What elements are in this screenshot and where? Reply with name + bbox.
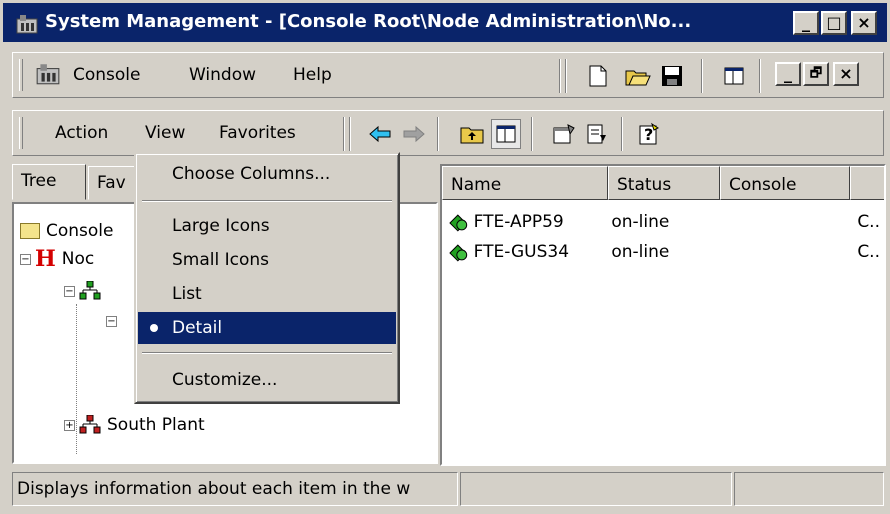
main-menubar: Console Window Help _ 🗗 × bbox=[12, 52, 884, 98]
menu-item-large-icons[interactable]: Large Icons bbox=[138, 210, 396, 242]
forward-arrow-icon[interactable] bbox=[399, 119, 429, 149]
show-hide-tree-icon[interactable] bbox=[491, 119, 521, 149]
up-one-level-icon[interactable] bbox=[457, 119, 487, 149]
tree-item-plant[interactable]: − bbox=[64, 278, 107, 304]
status-panel bbox=[460, 472, 732, 506]
title-bar: System Management - [Console Root\Node A… bbox=[0, 0, 890, 42]
toolbar-separator bbox=[701, 59, 703, 93]
app-icon bbox=[16, 15, 38, 34]
tree-item-south-plant[interactable]: + South Plant bbox=[64, 412, 205, 438]
item-name: FTE-APP59 bbox=[473, 212, 564, 232]
toolbar-separator bbox=[621, 117, 623, 151]
toolbar-grip[interactable] bbox=[19, 117, 23, 149]
column-header-console[interactable]: Console bbox=[720, 166, 850, 200]
menu-item-label: Detail bbox=[172, 318, 223, 338]
tree-item-console-root[interactable]: Console bbox=[20, 218, 114, 244]
tree-item-label: Noc bbox=[61, 249, 95, 269]
status-panel bbox=[734, 472, 884, 506]
menu-help[interactable]: Help bbox=[293, 65, 332, 85]
collapse-icon[interactable]: − bbox=[106, 315, 117, 327]
close-button[interactable]: × bbox=[851, 11, 877, 35]
list-item[interactable]: FTE-APP59 on-line C.. bbox=[448, 208, 880, 236]
menu-view[interactable]: View bbox=[145, 123, 185, 143]
tree-item-label: South Plant bbox=[107, 415, 205, 435]
node-admin-icon: H bbox=[35, 246, 56, 272]
tree-item-label: Console bbox=[46, 221, 114, 241]
list-item[interactable]: FTE-GUS34 on-line C.. bbox=[448, 238, 880, 266]
show-hide-console-tree-icon[interactable] bbox=[719, 61, 749, 91]
node-icon bbox=[449, 244, 468, 262]
column-header-extra[interactable] bbox=[850, 166, 884, 200]
maximize-button[interactable]: □ bbox=[821, 11, 847, 35]
console-app-icon bbox=[36, 64, 60, 85]
toolbar-separator bbox=[349, 117, 351, 151]
menu-separator bbox=[142, 352, 392, 354]
status-text: Displays information about each item in … bbox=[12, 472, 458, 506]
folder-icon bbox=[20, 223, 40, 239]
status-bar: Displays information about each item in … bbox=[12, 472, 884, 508]
help-icon[interactable]: ? bbox=[635, 119, 665, 149]
menu-item-list[interactable]: List bbox=[138, 278, 396, 310]
details-list: Name Status Console FTE-APP59 on-line C.… bbox=[440, 164, 886, 466]
svg-text:?: ? bbox=[644, 125, 653, 144]
item-status: on-line bbox=[611, 242, 670, 262]
child-close-button[interactable]: × bbox=[833, 62, 859, 86]
child-restore-button[interactable]: 🗗 bbox=[803, 62, 829, 86]
column-header-name[interactable]: Name bbox=[442, 166, 608, 200]
menu-item-choose-columns[interactable]: Choose Columns... bbox=[138, 158, 396, 190]
item-status: on-line bbox=[611, 212, 670, 232]
network-node-icon bbox=[79, 415, 101, 434]
save-icon[interactable] bbox=[657, 61, 687, 91]
properties-icon[interactable] bbox=[549, 119, 579, 149]
minimize-button[interactable]: _ bbox=[793, 11, 819, 35]
node-icon bbox=[449, 214, 468, 232]
action-toolbar: Action View Favorites ? bbox=[12, 110, 884, 156]
item-console: C.. bbox=[857, 212, 880, 232]
toolbar-separator bbox=[565, 59, 567, 93]
menubar-grip[interactable] bbox=[19, 59, 23, 91]
view-menu: Choose Columns... Large Icons Small Icon… bbox=[134, 152, 400, 404]
toolbar-separator bbox=[531, 117, 533, 151]
column-header-status[interactable]: Status bbox=[608, 166, 720, 200]
back-arrow-icon[interactable] bbox=[365, 119, 395, 149]
export-list-icon[interactable] bbox=[583, 119, 613, 149]
item-name: FTE-GUS34 bbox=[473, 242, 570, 262]
tab-tree[interactable]: Tree bbox=[12, 164, 86, 200]
menu-favorites[interactable]: Favorites bbox=[219, 123, 296, 143]
network-node-icon bbox=[79, 281, 101, 300]
child-minimize-button[interactable]: _ bbox=[775, 62, 801, 86]
item-console: C.. bbox=[857, 242, 880, 262]
menu-action[interactable]: Action bbox=[55, 123, 108, 143]
open-folder-icon[interactable] bbox=[623, 61, 653, 91]
collapse-icon[interactable]: − bbox=[64, 285, 75, 297]
toolbar-separator bbox=[559, 59, 561, 93]
tree-item-node-administration[interactable]: − H Noc bbox=[20, 246, 94, 272]
menu-item-customize[interactable]: Customize... bbox=[138, 364, 396, 396]
window-title: System Management - [Console Root\Node A… bbox=[45, 11, 692, 32]
menu-console[interactable]: Console bbox=[73, 65, 141, 85]
toolbar-separator bbox=[437, 117, 439, 151]
toolbar-separator bbox=[759, 59, 761, 93]
toolbar-separator bbox=[343, 117, 345, 151]
menu-window[interactable]: Window bbox=[189, 65, 256, 85]
expand-icon[interactable]: + bbox=[64, 419, 75, 431]
tree-item-subnode[interactable]: − bbox=[106, 308, 121, 334]
menu-item-detail[interactable]: Detail bbox=[138, 312, 396, 344]
collapse-icon[interactable]: − bbox=[20, 253, 31, 265]
menu-separator bbox=[142, 200, 392, 202]
new-icon[interactable] bbox=[583, 61, 613, 91]
radio-bullet-icon bbox=[150, 324, 158, 332]
menu-item-small-icons[interactable]: Small Icons bbox=[138, 244, 396, 276]
